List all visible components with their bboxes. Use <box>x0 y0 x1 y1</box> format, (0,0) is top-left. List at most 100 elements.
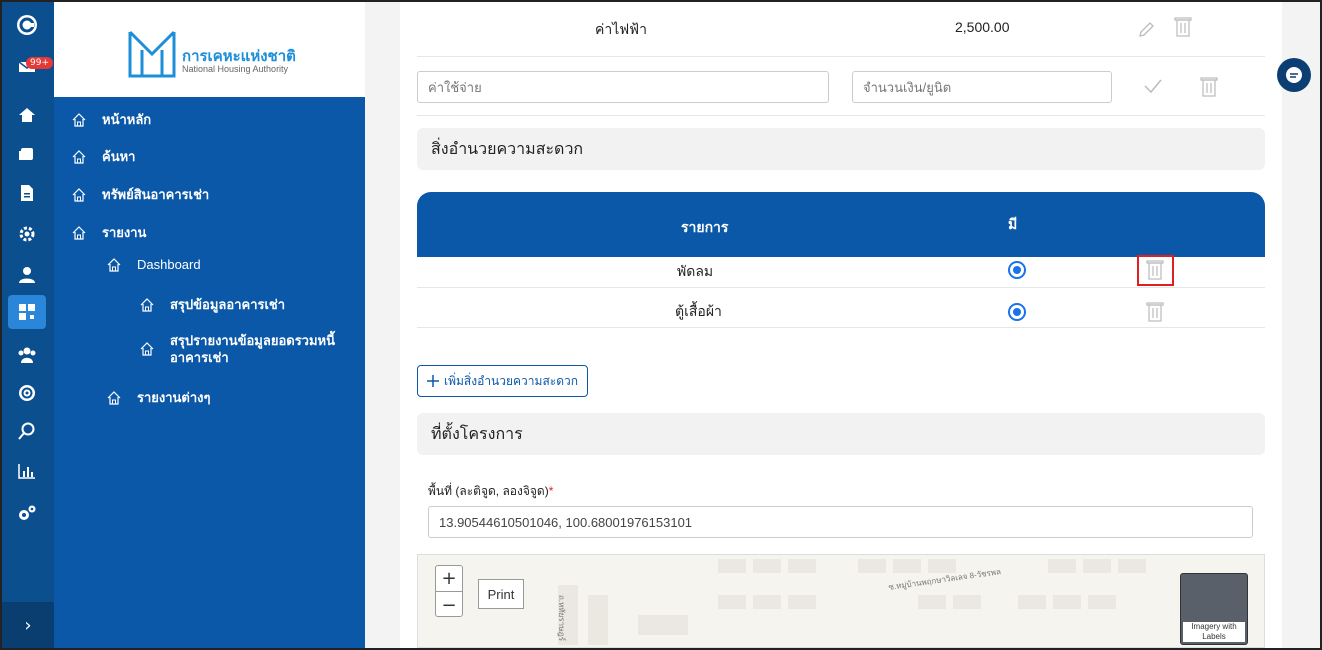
sidebar-item-label: รายงานต่างๆ <box>137 390 211 405</box>
map-block <box>953 595 981 609</box>
confirm-expense-button[interactable] <box>1143 78 1163 98</box>
cogs-icon[interactable] <box>14 500 40 526</box>
map-block <box>788 595 816 609</box>
coords-input[interactable]: 13.90544610501046, 100.68001976153101 <box>428 506 1253 538</box>
map-block <box>753 595 781 609</box>
facility-name: พัดลม <box>677 263 714 279</box>
zoom-in-button[interactable]: + <box>436 566 462 592</box>
expense-name-placeholder: ค่าใช้จ่าย <box>428 79 482 95</box>
sidebar-item-reports[interactable]: รายงาน <box>72 222 146 243</box>
dashboard-icon[interactable] <box>8 295 46 329</box>
delete-facility-button[interactable] <box>1145 301 1165 323</box>
sidebar-item-label: รายงาน <box>102 225 147 240</box>
highlight-box <box>1137 255 1174 286</box>
sidebar-item-rental-summary[interactable]: สรุปข้อมูลอาคารเช่า <box>140 294 285 315</box>
expense-amount-placeholder: จำนวนเงิน/ยูนิต <box>863 79 952 95</box>
map-block <box>718 559 746 573</box>
map-block <box>638 615 688 635</box>
zoom-out-button[interactable]: − <box>436 592 462 618</box>
nha-logo-icon <box>128 30 176 78</box>
column-header-item: รายการ <box>681 219 729 235</box>
chat-button[interactable] <box>1277 58 1311 92</box>
chart-icon[interactable] <box>14 458 40 484</box>
pencil-icon <box>1139 22 1154 37</box>
house-outline-icon <box>72 225 86 240</box>
house-outline-icon <box>72 112 86 127</box>
coords-label-text: พื้นที่ (ละติจูด, ลองจิจูด) <box>428 484 549 498</box>
chat-bubble-icon <box>1286 67 1302 83</box>
sidebar-item-other-reports[interactable]: รายงานต่างๆ <box>107 387 211 408</box>
sidebar-item-label: Dashboard <box>137 257 201 272</box>
expense-name-input[interactable]: ค่าใช้จ่าย <box>417 71 829 103</box>
map-block <box>1053 595 1081 609</box>
sidebar-item-dashboard[interactable]: Dashboard <box>107 257 201 272</box>
trash-icon <box>1146 302 1164 322</box>
expand-sidebar-button[interactable]: › <box>2 602 54 648</box>
document-icon[interactable] <box>14 180 40 206</box>
chevron-right-icon: › <box>24 614 32 636</box>
house-outline-icon <box>140 342 154 356</box>
check-icon <box>1144 79 1162 94</box>
app-logo-icon[interactable] <box>14 12 40 38</box>
add-facility-label: เพิ่มสิ่งอำนวยความสะดวก <box>444 373 579 388</box>
sidebar-item-home[interactable]: หน้าหลัก <box>72 109 151 130</box>
sidebar-item-debt-summary[interactable]: สรุปรายงานข้อมูลยอดรวมหนี้ อาคารเช่า <box>140 332 335 366</box>
sidebar-item-search[interactable]: ค้นหา <box>72 146 135 167</box>
sidebar-item-label: สรุปข้อมูลอาคารเช่า <box>170 297 286 312</box>
map-block <box>753 559 781 573</box>
basemap-label: Imagery with Labels <box>1183 622 1245 642</box>
icon-rail: 99+ › <box>2 2 54 648</box>
delete-expense-button[interactable] <box>1173 16 1193 38</box>
map-block <box>918 595 946 609</box>
edit-expense-button[interactable] <box>1136 20 1156 44</box>
map-block <box>1048 559 1076 573</box>
user-icon[interactable] <box>14 262 40 288</box>
facility-has-radio[interactable] <box>1008 261 1026 279</box>
map-block <box>1088 595 1116 609</box>
map-view[interactable]: ซ.หมู่บ้านพฤกษาวิลเลจ 8-วัชรพล ถ.หทัยราษ… <box>417 554 1265 648</box>
sidebar-item-rental-assets[interactable]: ทรัพย์สินอาคารเช่า <box>72 184 209 205</box>
sidebar: การเคหะแห่งชาติ National Housing Authori… <box>54 2 365 648</box>
delete-new-expense-button[interactable] <box>1199 76 1219 98</box>
column-header-has: มี <box>1008 216 1018 232</box>
divider <box>417 287 1265 288</box>
house-outline-icon <box>72 149 86 164</box>
card-icon[interactable] <box>14 141 40 167</box>
coords-field-label: พื้นที่ (ละติจูด, ลองจิจูด)* <box>428 482 553 501</box>
divider <box>417 56 1265 57</box>
map-print-button[interactable]: Print <box>478 579 524 609</box>
location-section-title: ที่ตั้งโครงการ <box>417 413 1265 455</box>
sidebar-item-label-group: สรุปรายงานข้อมูลยอดรวมหนี้ อาคารเช่า <box>170 332 335 366</box>
facility-has-radio[interactable] <box>1008 303 1026 321</box>
house-outline-icon <box>72 187 86 202</box>
coords-value: 13.90544610501046, 100.68001976153101 <box>439 514 693 530</box>
add-facility-button[interactable]: เพิ่มสิ่งอำนวยความสะดวก <box>417 365 588 397</box>
expense-amount-input[interactable]: จำนวนเงิน/ยูนิต <box>852 71 1112 103</box>
required-mark: * <box>548 484 554 498</box>
map-block <box>788 559 816 573</box>
map-block <box>718 595 746 609</box>
notification-badge: 99+ <box>26 57 53 69</box>
gear-badge-icon[interactable] <box>14 380 40 406</box>
trash-icon <box>1200 77 1218 97</box>
expense-row-amount: 2,500.00 <box>955 19 1010 35</box>
house-outline-icon <box>140 297 154 312</box>
plus-icon <box>427 375 439 387</box>
divider <box>417 327 1265 328</box>
map-block <box>1018 595 1046 609</box>
home-icon[interactable] <box>14 102 40 128</box>
settings-icon[interactable] <box>14 221 40 247</box>
logo-area: การเคหะแห่งชาติ National Housing Authori… <box>54 2 365 97</box>
sidebar-item-label: สรุปรายงานข้อมูลยอดรวมหนี้ <box>170 333 336 348</box>
facility-name: ตู้เสื้อผ้า <box>675 303 722 319</box>
map-block <box>1118 559 1146 573</box>
basemap-toggle[interactable]: Imagery with Labels <box>1180 573 1248 645</box>
search-icon[interactable] <box>14 418 40 444</box>
users-icon[interactable] <box>14 342 40 368</box>
house-outline-icon <box>107 257 121 272</box>
sidebar-item-label: ทรัพย์สินอาคารเช่า <box>102 187 210 202</box>
house-outline-icon <box>107 390 121 405</box>
logo-title-en: National Housing Authority <box>182 64 289 74</box>
app-window: 99+ › การเคหะแห่งชาติ National Housing A… <box>0 0 1322 650</box>
sidebar-item-label: อาคารเช่า <box>170 350 229 365</box>
